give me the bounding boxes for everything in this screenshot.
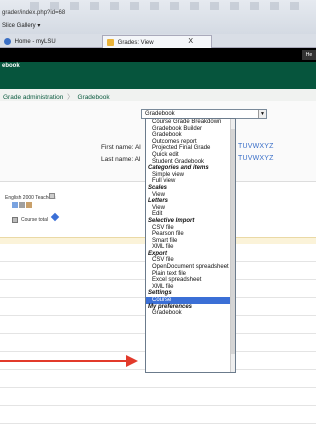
annotation-arrow-head-icon: [126, 355, 138, 367]
dropdown-option[interactable]: View: [146, 205, 235, 212]
dropdown-option[interactable]: Gradebook: [146, 310, 235, 317]
dropdown-option[interactable]: Quick edit: [146, 152, 235, 159]
address-bar[interactable]: grader/index.php?id=68: [2, 10, 65, 16]
breadcrumb-gradebook[interactable]: Gradebook: [77, 94, 109, 101]
dropdown-option[interactable]: OpenDocument spreadsheet: [146, 264, 235, 271]
tab-grades-view[interactable]: Grades: View X: [102, 35, 212, 48]
breadcrumb-separator: 〉: [67, 94, 74, 101]
report-dropdown-list: Course Grade Breakdown Gradebook Builder G…: [145, 118, 236, 373]
dropdown-option[interactable]: Course Grade Breakdown: [146, 119, 235, 126]
dropdown-group-label: Export: [148, 250, 168, 257]
collapse-icon[interactable]: [49, 193, 55, 199]
teacher-group-label: English 2000 Teachers: [5, 195, 56, 201]
ie-icon: [4, 38, 11, 45]
close-tab-icon[interactable]: X: [188, 38, 193, 45]
favorites-bar: Slice Gallery ▾: [0, 20, 316, 32]
tab-label: Grades: View: [117, 40, 154, 47]
dropdown-option[interactable]: XML file: [146, 284, 235, 291]
tab-bar: Home - myLSU Grades: View X: [0, 34, 316, 48]
scrollbar-thumb[interactable]: [231, 129, 235, 354]
dropdown-group-label: My preferences: [148, 303, 193, 310]
dropdown-option[interactable]: CSV file: [146, 257, 235, 264]
dropdown-group-label: Selective Import: [148, 217, 195, 224]
last-name-label: Last name: Al: [101, 156, 141, 163]
dropdown-option[interactable]: XML file: [146, 244, 235, 251]
dropdown-option[interactable]: View: [146, 192, 235, 199]
breadcrumb: Grade administration 〉 Gradebook: [0, 89, 316, 101]
dropdown-option[interactable]: Student Gradebook: [146, 159, 235, 166]
browser-chrome: grader/index.php?id=68 Slice Gallery ▾: [0, 0, 316, 34]
dropdown-option[interactable]: Plain text file: [146, 271, 235, 278]
help-link[interactable]: He: [302, 50, 316, 60]
page-icon: [107, 39, 114, 46]
chevron-down-icon[interactable]: ▼: [258, 110, 266, 118]
favorites-item[interactable]: Slice Gallery ▾: [2, 23, 40, 29]
dropdown-group-label: Categories and items: [148, 165, 209, 172]
calculator-icon[interactable]: [12, 217, 18, 223]
course-total-label: Course total: [21, 217, 48, 223]
tab-label: Home - myLSU: [14, 39, 56, 46]
dropdown-group-label: Scales: [148, 184, 168, 191]
dropdown-option[interactable]: Course: [146, 297, 235, 304]
dropdown-option[interactable]: Pearson file: [146, 231, 235, 238]
annotation-arrow-shaft: [0, 360, 128, 362]
first-name-alphabet[interactable]: TUVWXYZ: [238, 143, 274, 150]
dropdown-scrollbar[interactable]: [230, 119, 235, 372]
dropdown-option[interactable]: CSV file: [146, 225, 235, 232]
dropdown-option[interactable]: Edit: [146, 211, 235, 218]
dropdown-group-label: Letters: [148, 198, 169, 205]
dropdown-option[interactable]: Gradebook Builder: [146, 126, 235, 133]
lock-icon[interactable]: [26, 202, 32, 208]
dropdown-option[interactable]: Outcomes report: [146, 139, 235, 146]
dropdown-option[interactable]: Full view: [146, 178, 235, 185]
dropdown-option[interactable]: Smart file: [146, 238, 235, 245]
last-name-alphabet[interactable]: TUVWXYZ: [238, 155, 274, 162]
dropdown-group-label: Settings: [148, 290, 172, 297]
dropdown-option[interactable]: Projected Final Grade: [146, 145, 235, 152]
site-header: [0, 62, 316, 90]
site-topbar: [0, 48, 316, 62]
browser-toolbar-blur: [30, 2, 310, 10]
site-title: ebook: [2, 63, 20, 69]
first-name-label: First name: Al: [101, 144, 141, 151]
tab-home-mylsu[interactable]: Home - myLSU: [0, 35, 98, 48]
dropdown-option[interactable]: Gradebook: [146, 132, 235, 139]
dropdown-option[interactable]: Simple view: [146, 172, 235, 179]
dropdown-option[interactable]: Excel spreadsheet: [146, 277, 235, 284]
eye-icon[interactable]: [19, 202, 25, 208]
edit-icon[interactable]: [12, 202, 18, 208]
select-value: Gradebook: [145, 111, 175, 117]
breadcrumb-grade-admin[interactable]: Grade administration: [3, 94, 63, 101]
